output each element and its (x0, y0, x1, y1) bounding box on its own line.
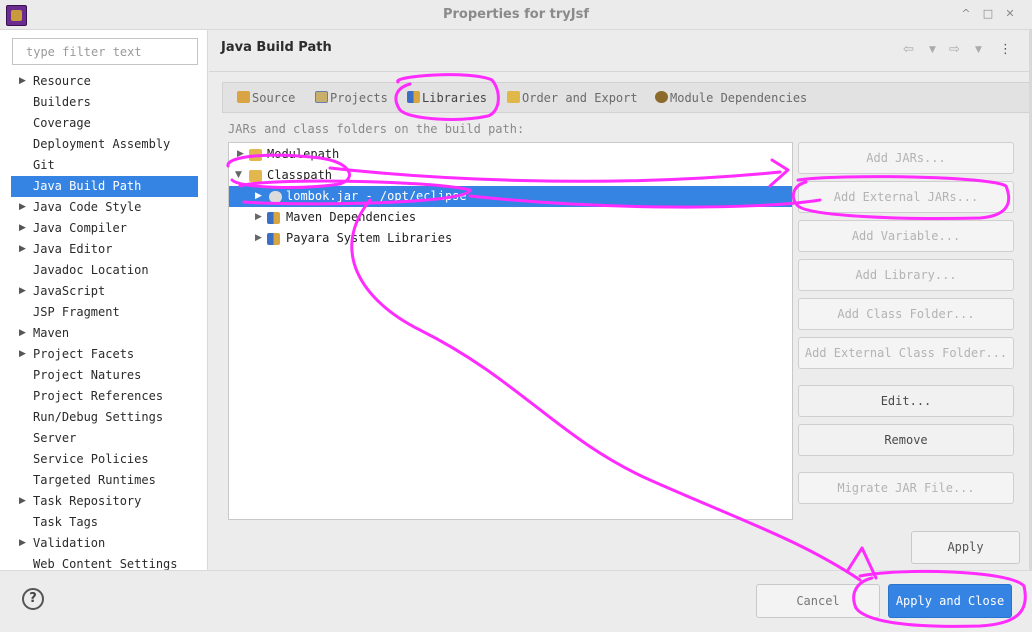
sidebar-item-git[interactable]: Git (11, 155, 198, 176)
apply-button[interactable]: Apply (911, 531, 1020, 564)
minimize-icon[interactable]: ^ (958, 6, 974, 22)
sidebar-item-service-policies[interactable]: Service Policies (11, 449, 198, 470)
filter-input[interactable] (12, 38, 198, 65)
edit-button[interactable]: Edit... (798, 385, 1014, 417)
tab-module-dependencies[interactable]: Module Dependencies (655, 89, 807, 107)
expand-arrow-icon[interactable]: ▶ (19, 323, 26, 344)
sidebar-item-jsp-fragment[interactable]: JSP Fragment (11, 302, 198, 323)
sidebar-item-server[interactable]: Server (11, 428, 198, 449)
tab-source[interactable]: Source (237, 89, 295, 107)
back-arrow-icon[interactable]: ⇦ (903, 42, 914, 57)
build-path-tree[interactable]: ▶ Modulepath ▼ Classpath ▶ lombok.jar - … (228, 142, 793, 520)
add-variable-button[interactable]: Add Variable... (798, 220, 1014, 252)
libraries-icon (407, 91, 420, 103)
tab-projects[interactable]: Projects (315, 89, 388, 107)
sidebar-item-task-tags[interactable]: Task Tags (11, 512, 198, 533)
expand-arrow-icon[interactable]: ▶ (19, 197, 26, 218)
expand-arrow-icon[interactable]: ▶ (19, 239, 26, 260)
sidebar-item-maven[interactable]: ▶ Maven (11, 323, 198, 344)
expand-arrow-icon[interactable]: ▶ (237, 144, 244, 165)
close-icon[interactable]: ✕ (1002, 6, 1018, 22)
sidebar-item-javadoc-location[interactable]: Javadoc Location (11, 260, 198, 281)
expand-arrow-icon[interactable]: ▶ (19, 533, 26, 554)
tab-order-and-export[interactable]: Order and Export (507, 89, 638, 107)
sidebar-item-java-build-path[interactable]: Java Build Path (11, 176, 198, 197)
page-title: Java Build Path (221, 40, 332, 55)
header-divider (209, 71, 1032, 72)
sidebar-item-run-debug-settings[interactable]: Run/Debug Settings (11, 407, 198, 428)
sidebar-item-coverage[interactable]: Coverage (11, 113, 198, 134)
expand-arrow-icon[interactable]: ▶ (19, 71, 26, 92)
sidebar-item-targeted-runtimes[interactable]: Targeted Runtimes (11, 470, 198, 491)
add-library-button[interactable]: Add Library... (798, 259, 1014, 291)
properties-tree: ▶ Resource Builders Coverage Deployment A… (11, 71, 198, 575)
sidebar-item-deployment-assembly[interactable]: Deployment Assembly (11, 134, 198, 155)
forward-arrow-icon[interactable]: ⇨ (949, 42, 960, 57)
order-export-icon (507, 91, 520, 103)
expand-arrow-icon[interactable]: ▶ (19, 218, 26, 239)
source-folder-icon (237, 91, 250, 103)
jar-icon (269, 191, 282, 203)
maximize-icon[interactable]: □ (980, 6, 996, 22)
expand-arrow-icon[interactable]: ▶ (255, 207, 262, 228)
window-title: Properties for tryJsf (442, 7, 589, 22)
sidebar-item-project-natures[interactable]: Project Natures (11, 365, 198, 386)
migrate-jar-button[interactable]: Migrate JAR File... (798, 472, 1014, 504)
properties-sidebar: ▶Resource Builders Coverage Deployment A… (0, 30, 208, 571)
sidebar-item-javascript[interactable]: ▶ JavaScript (11, 281, 198, 302)
build-path-label: JARs and class folders on the build path… (228, 122, 525, 136)
collapse-arrow-icon[interactable]: ▼ (235, 165, 242, 186)
forward-menu-icon[interactable]: ▼ (975, 45, 982, 55)
sidebar-item-resource[interactable]: ▶ Resource (11, 71, 198, 92)
tab-libraries[interactable]: Libraries (407, 89, 487, 107)
more-options-icon[interactable]: ⋮ (999, 42, 1012, 57)
projects-icon (315, 91, 328, 103)
expand-arrow-icon[interactable]: ▶ (19, 491, 26, 512)
expand-arrow-icon[interactable]: ▶ (19, 281, 26, 302)
sidebar-item-builders[interactable]: Builders (11, 92, 198, 113)
modulepath-icon (249, 149, 262, 161)
expand-arrow-icon[interactable]: ▶ (19, 344, 26, 365)
library-icon (267, 233, 280, 245)
add-external-class-folder-button[interactable]: Add External Class Folder... (798, 337, 1014, 369)
tree-node-payara-libraries[interactable]: ▶ Payara System Libraries (229, 228, 792, 249)
expand-arrow-icon[interactable]: ▶ (255, 228, 262, 249)
sidebar-item-java-code-style[interactable]: ▶ Java Code Style (11, 197, 198, 218)
module-icon (655, 91, 668, 103)
sidebar-item-validation[interactable]: ▶ Validation (11, 533, 198, 554)
add-external-jars-button[interactable]: Add External JARs... (798, 181, 1014, 213)
tree-node-lombok-jar[interactable]: ▶ lombok.jar - /opt/eclipse (229, 186, 792, 207)
library-icon (267, 212, 280, 224)
build-path-tabs: Source Projects Libraries Order and Expo… (222, 82, 1030, 113)
add-jars-button[interactable]: Add JARs... (798, 142, 1014, 174)
help-icon[interactable]: ? (22, 588, 44, 610)
back-menu-icon[interactable]: ▼ (929, 45, 936, 55)
history-nav: ⇦ ▼ ⇨ ▼ ⋮ (903, 42, 1013, 60)
cancel-button[interactable]: Cancel (756, 584, 880, 618)
tree-node-modulepath[interactable]: ▶ Modulepath (229, 144, 792, 165)
classpath-icon (249, 170, 262, 182)
tree-node-classpath[interactable]: ▼ Classpath (229, 165, 792, 186)
sidebar-item-task-repository[interactable]: ▶ Task Repository (11, 491, 198, 512)
sidebar-item-project-facets[interactable]: ▶ Project Facets (11, 344, 198, 365)
apply-and-close-button[interactable]: Apply and Close (888, 584, 1012, 618)
add-class-folder-button[interactable]: Add Class Folder... (798, 298, 1014, 330)
tree-node-maven-dependencies[interactable]: ▶ Maven Dependencies (229, 207, 792, 228)
remove-button[interactable]: Remove (798, 424, 1014, 456)
expand-arrow-icon[interactable]: ▶ (255, 186, 262, 207)
sidebar-item-java-editor[interactable]: ▶ Java Editor (11, 239, 198, 260)
sidebar-item-java-compiler[interactable]: ▶ Java Compiler (11, 218, 198, 239)
sidebar-item-project-references[interactable]: Project References (11, 386, 198, 407)
title-bar: Properties for tryJsf ^ □ ✕ (0, 0, 1032, 30)
